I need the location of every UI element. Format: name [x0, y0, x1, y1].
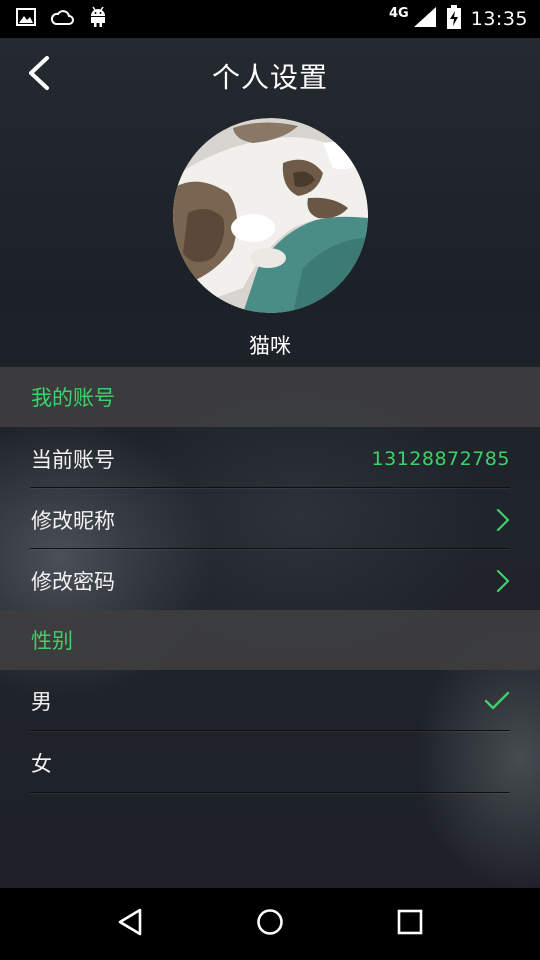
row-label: 修改昵称 [31, 508, 115, 533]
row-label: 女 [31, 751, 52, 776]
recents-square-icon [396, 908, 424, 940]
status-time: 13:35 [470, 8, 528, 30]
divider [30, 487, 510, 488]
account-number: 13128872785 [371, 447, 510, 470]
nav-home-button[interactable] [240, 894, 300, 954]
cat-avatar [173, 118, 368, 313]
nav-back-button[interactable] [100, 894, 160, 954]
image-icon [16, 8, 36, 30]
row-change-password[interactable]: 修改密码 [0, 550, 540, 611]
chevron-right-icon [496, 569, 510, 593]
row-label: 当前账号 [31, 447, 115, 472]
navigation-bar [0, 888, 540, 960]
row-label: 男 [31, 689, 52, 714]
row-current-account: 当前账号 13128872785 [0, 428, 540, 489]
cloud-icon [50, 8, 74, 30]
nickname: 猫咪 [249, 334, 291, 358]
divider [30, 792, 510, 793]
status-right-icons: 4G 13:35 [389, 5, 528, 33]
row-edit-nickname[interactable]: 修改昵称 [0, 489, 540, 550]
avatar[interactable] [173, 118, 368, 313]
page-title: 个人设置 [211, 61, 328, 94]
chevron-right-icon [496, 508, 510, 532]
status-bar: 4G 13:35 [0, 0, 540, 38]
section-header-gender: 性别 [0, 610, 540, 670]
signal-icon [413, 6, 437, 32]
gender-option-female[interactable]: 女 [0, 732, 540, 793]
back-triangle-icon [116, 907, 144, 941]
settings-screen: 个人设置 猫咪 我的账号 当前账号 13128872785 修改昵称 修改密码 … [0, 38, 540, 888]
check-icon [484, 691, 510, 711]
android-icon [88, 6, 108, 32]
battery-charging-icon [446, 5, 461, 33]
home-circle-icon [255, 907, 285, 941]
gender-option-male[interactable]: 男 [0, 670, 540, 731]
status-left-icons [16, 6, 108, 32]
screen: 4G 13:35 个人设置 猫咪 我的账号 当前账号 13128872785 修… [0, 0, 540, 960]
divider [30, 730, 510, 731]
title-bar: 个人设置 [0, 38, 540, 112]
divider [30, 548, 510, 549]
section-header-account: 我的账号 [0, 367, 540, 427]
nav-recents-button[interactable] [380, 894, 440, 954]
row-label: 修改密码 [31, 569, 115, 594]
network-type: 4G [389, 5, 409, 21]
